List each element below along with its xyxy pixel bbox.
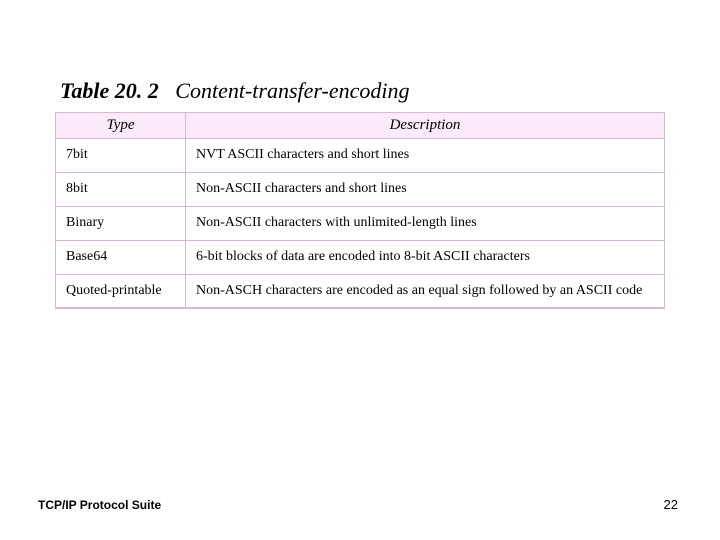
cell-description: 6-bit blocks of data are encoded into 8-…	[186, 240, 665, 274]
encoding-table: Type Description 7bit NVT ASCII characte…	[55, 112, 665, 309]
cell-description: NVT ASCII characters and short lines	[186, 139, 665, 173]
cell-description: Non-ASCII characters with unlimited-leng…	[186, 206, 665, 240]
header-description: Description	[186, 113, 665, 139]
page-number: 22	[664, 497, 678, 512]
table-row: 8bit Non-ASCII characters and short line…	[56, 172, 665, 206]
table-row: Base64 6-bit blocks of data are encoded …	[56, 240, 665, 274]
table: Type Description 7bit NVT ASCII characte…	[55, 113, 665, 308]
table-row: Quoted-printable Non-ASCH characters are…	[56, 274, 665, 308]
table-row: Binary Non-ASCII characters with unlimit…	[56, 206, 665, 240]
table-title: Table 20. 2 Content-transfer-encoding	[60, 78, 410, 104]
slide: Table 20. 2 Content-transfer-encoding Ty…	[0, 0, 720, 540]
cell-description: Non-ASCH characters are encoded as an eq…	[186, 274, 665, 308]
cell-description: Non-ASCII characters and short lines	[186, 172, 665, 206]
header-type: Type	[56, 113, 186, 139]
cell-type: 8bit	[56, 172, 186, 206]
table-caption: Content-transfer-encoding	[175, 78, 409, 103]
table-header-row: Type Description	[56, 113, 665, 139]
cell-type: Binary	[56, 206, 186, 240]
cell-type: Base64	[56, 240, 186, 274]
cell-type: Quoted-printable	[56, 274, 186, 308]
table-row: 7bit NVT ASCII characters and short line…	[56, 139, 665, 173]
cell-type: 7bit	[56, 139, 186, 173]
footer-text: TCP/IP Protocol Suite	[38, 498, 161, 512]
table-number: Table 20. 2	[60, 78, 159, 103]
